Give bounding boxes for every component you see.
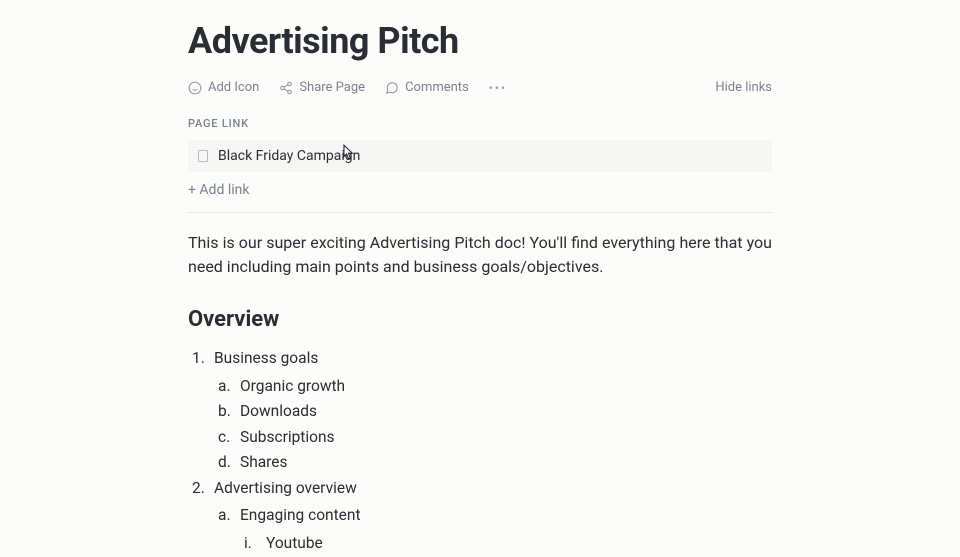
hide-links-button[interactable]: Hide links [715,80,772,95]
share-page-label: Share Page [299,80,365,95]
page-link-item[interactable]: Black Friday Campaign [188,140,772,172]
list-item-text: Youtube [266,534,323,552]
page-link-label: PAGE LINK [188,117,772,130]
list-item: Downloads [214,399,772,425]
overview-heading: Overview [188,307,772,332]
add-link-button[interactable]: + Add link [188,178,772,212]
list-item-text: Subscriptions [240,428,335,446]
list-item: Shares [214,450,772,476]
divider [188,212,772,213]
list-item-text: Advertising overview [214,479,357,497]
comments-label: Comments [405,80,469,95]
add-icon-button[interactable]: Add Icon [188,80,259,95]
list-item: Business goals Organic growth Downloads … [188,346,772,476]
intro-paragraph: This is our super exciting Advertising P… [188,231,772,279]
share-icon [279,81,293,95]
comment-icon [385,81,399,95]
list-item: Organic growth [214,374,772,400]
list-item: Subscriptions [214,425,772,451]
page-title: Advertising Pitch [188,20,772,62]
list-item-text: Business goals [214,349,318,367]
more-options-button[interactable]: ••• [489,81,507,95]
sub-list: Engaging content Youtube [214,503,772,556]
overview-list: Business goals Organic growth Downloads … [188,346,772,557]
sub-sub-list: Youtube [240,531,772,557]
list-item-text: Shares [240,453,288,471]
share-page-button[interactable]: Share Page [279,80,365,95]
list-item-text: Organic growth [240,377,345,395]
comments-button[interactable]: Comments [385,80,469,95]
doc-icon [198,150,208,162]
sub-list: Organic growth Downloads Subscriptions S… [214,374,772,476]
add-icon-label: Add Icon [208,80,259,95]
smile-icon [188,81,202,95]
page-toolbar: Add Icon Share Page Comments ••• Hide li… [188,80,772,95]
list-item-text: Downloads [240,402,317,420]
list-item-text: Engaging content [240,506,361,524]
list-item: Advertising overview Engaging content Yo… [188,476,772,557]
list-item: Engaging content Youtube [214,503,772,556]
document-page: Advertising Pitch Add Icon Share Page Co… [0,0,960,557]
list-item: Youtube [240,531,772,557]
page-link-text: Black Friday Campaign [218,148,360,164]
